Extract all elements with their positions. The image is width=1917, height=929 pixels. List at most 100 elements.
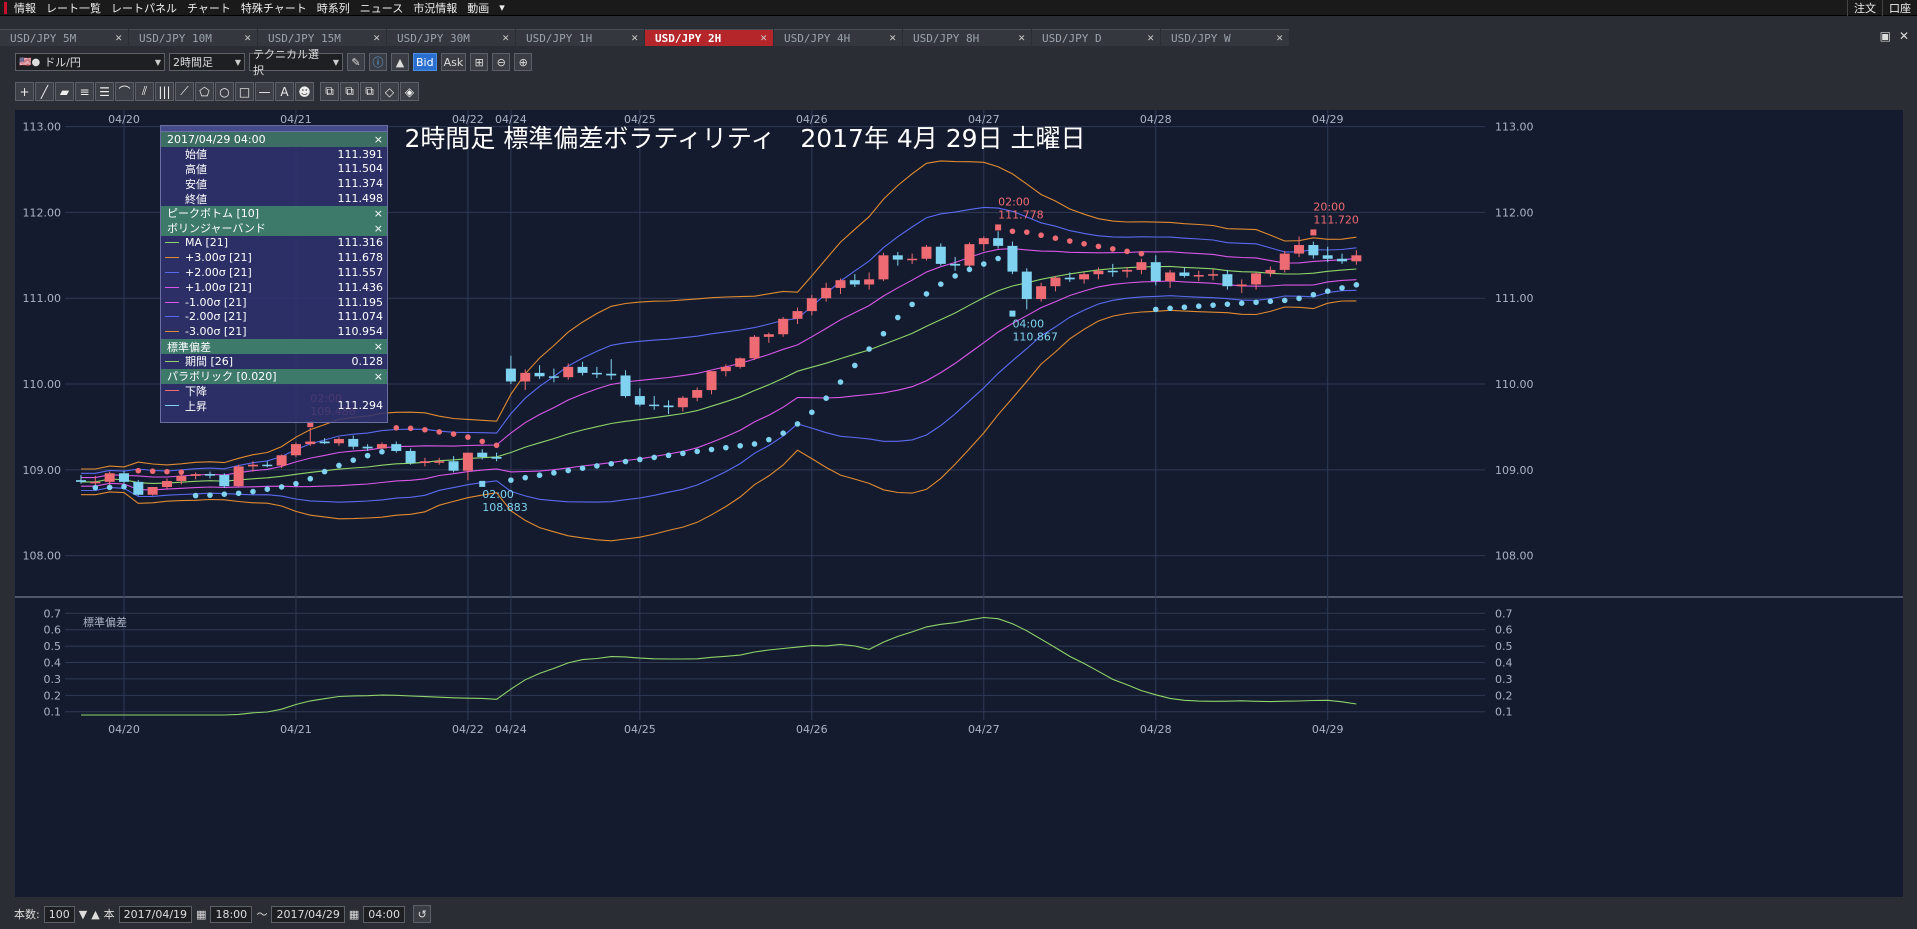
menu-market-info[interactable]: 市況情報 [408, 0, 462, 16]
menu-special-chart[interactable]: 特殊チャート [236, 0, 312, 16]
close-icon[interactable]: × [374, 370, 383, 383]
fan-icon[interactable]: ⌒ [115, 82, 134, 101]
parabolic-sar-dot [995, 255, 1001, 262]
vertical-lines-icon[interactable]: ||| [155, 82, 174, 101]
pitchfork-icon[interactable]: ⫽ [135, 82, 154, 101]
horizontal-line-icon[interactable]: — [255, 82, 274, 101]
zoom-out-icon[interactable]: ⊖ [492, 53, 511, 71]
tab-usd-jpy-d[interactable]: USD/JPY D ✕ [1032, 29, 1160, 46]
menu-more-icon[interactable]: ▾ [494, 1, 510, 14]
candle [778, 317, 789, 337]
timeframe-select[interactable]: 2時間足 ▼ [169, 53, 245, 71]
order-button[interactable]: 注文 [1847, 0, 1882, 16]
candle-body [1236, 284, 1247, 287]
scale-icon[interactable]: ⊞ [470, 53, 489, 71]
icon-tool-icon[interactable]: ☻ [295, 82, 314, 101]
tab-usd-jpy-8h[interactable]: USD/JPY 8H ✕ [903, 29, 1031, 46]
tab-close-icon[interactable]: ✕ [889, 31, 896, 44]
tab-usd-jpy-4h[interactable]: USD/JPY 4H ✕ [774, 29, 902, 46]
stddev-header-label: 標準偏差 [167, 340, 211, 354]
pair-select[interactable]: 🇺🇸● ドル/円 ▼ [15, 53, 165, 71]
tab-usd-jpy-30m[interactable]: USD/JPY 30M ✕ [387, 29, 515, 46]
indicator-panel[interactable]: 2017/04/29 04:00 × 始値 111.391 高値 111.504 安値 111… [160, 125, 388, 423]
menu-info[interactable]: 情報 [9, 0, 41, 16]
tab-close-icon[interactable]: ✕ [373, 31, 380, 44]
close-icon[interactable]: × [374, 207, 383, 220]
tab-usd-jpy-w[interactable]: USD/JPY W ✕ [1161, 29, 1289, 46]
account-button[interactable]: 口座 [1882, 0, 1917, 16]
tab-close-icon[interactable]: ✕ [1276, 31, 1283, 44]
candle-body [204, 474, 215, 476]
from-time-field[interactable]: 18:00 [210, 905, 253, 923]
stddev-line [81, 616, 1357, 716]
tab-close-icon[interactable]: ✕ [1018, 31, 1025, 44]
date-label-bottom: 04/25 [624, 723, 656, 736]
stepper-down-icon[interactable]: ▼ [79, 908, 87, 921]
restore-icon[interactable]: ▣ [1880, 29, 1891, 43]
tab-close-icon[interactable]: ✕ [502, 31, 509, 44]
bid-button[interactable]: Bid [413, 53, 437, 71]
area-chart-icon[interactable]: ▲ [391, 53, 409, 71]
parabolic-sar-dot [551, 470, 557, 476]
parallel-lines-icon[interactable]: ≡ [75, 82, 94, 101]
pen-icon[interactable]: ✎ [347, 53, 365, 71]
close-icon[interactable]: × [374, 222, 383, 235]
ask-button[interactable]: Ask [440, 53, 467, 71]
count-field[interactable]: 100 [43, 905, 75, 923]
tab-close-icon[interactable]: ✕ [631, 31, 638, 44]
to-date-field[interactable]: 2017/04/29 [271, 905, 345, 923]
eraser-icon[interactable]: ◇ [380, 82, 399, 101]
menu-rate-list[interactable]: レート一覧 [41, 0, 106, 16]
tab-usd-jpy-10m[interactable]: USD/JPY 10M ✕ [129, 29, 257, 46]
text-tool-icon[interactable]: A [275, 82, 294, 101]
calendar-icon[interactable]: ▦ [196, 908, 206, 921]
bollinger-row: +2.00σ [21] 111.557 [161, 265, 387, 280]
zoom-in-icon[interactable]: ⊕ [514, 53, 533, 71]
info-icon[interactable]: ⓘ [369, 53, 387, 71]
calendar-icon[interactable]: ▦ [349, 908, 359, 921]
y-tick-label-left: 112.00 [23, 206, 62, 219]
tab-usd-jpy-1h[interactable]: USD/JPY 1H ✕ [516, 29, 644, 46]
tab-close-icon[interactable]: ✕ [1147, 31, 1154, 44]
candle [663, 400, 674, 415]
reload-icon[interactable]: ↺ [413, 905, 432, 923]
menu-timeseries[interactable]: 時系列 [312, 0, 355, 16]
technical-select[interactable]: テクニカル選択 ▼ [249, 48, 343, 77]
menu-video[interactable]: 動画 [462, 0, 494, 16]
parabolic-sar-dot [1023, 229, 1030, 235]
rectangle-icon[interactable]: □ [235, 82, 254, 101]
crosshair-icon[interactable]: + [15, 82, 34, 101]
close-icon[interactable]: × [374, 133, 383, 146]
menu-chart[interactable]: チャート [182, 0, 236, 16]
erase-all-icon[interactable]: ◈ [400, 82, 419, 101]
copy-icon[interactable]: ⧉ [320, 82, 339, 101]
pentagon-icon[interactable]: ⬠ [195, 82, 214, 101]
candle [1036, 282, 1047, 302]
chart-title: 2時間足 標準偏差ボラティリティ 2017年 4月 29日 土曜日 [404, 124, 1085, 153]
parabolic-sar-dot [966, 266, 973, 273]
circle-icon[interactable]: ○ [215, 82, 234, 101]
tab-usd-jpy-2h[interactable]: USD/JPY 2H ✕ [645, 29, 773, 46]
candle-body [391, 444, 402, 451]
duplicate-icon[interactable]: ⧉ [360, 82, 379, 101]
multi-lines-icon[interactable]: ☰ [95, 82, 114, 101]
menu-news[interactable]: ニュース [355, 0, 408, 16]
fibonacci-icon[interactable]: ⟋ [175, 82, 194, 101]
to-time-field[interactable]: 04:00 [363, 905, 406, 923]
tab-close-icon[interactable]: ✕ [760, 31, 767, 44]
menu-rate-panel[interactable]: レートパネル [106, 0, 182, 16]
stepper-up-icon[interactable]: ▲ [91, 908, 99, 921]
trendline-icon[interactable]: ╱ [35, 82, 54, 101]
ruler-icon[interactable]: ▰ [55, 82, 74, 101]
from-date-field[interactable]: 2017/04/19 [118, 905, 193, 923]
candle [835, 278, 846, 294]
candle-body [190, 474, 201, 476]
close-icon[interactable]: ✕ [1899, 29, 1909, 43]
candle [1136, 258, 1147, 275]
tab-usd-jpy-5m[interactable]: USD/JPY 5M ✕ [0, 29, 128, 46]
tab-close-icon[interactable]: ✕ [244, 31, 251, 44]
tab-close-icon[interactable]: ✕ [115, 31, 122, 44]
close-icon[interactable]: × [374, 340, 383, 353]
tab-usd-jpy-15m[interactable]: USD/JPY 15M ✕ [258, 29, 386, 46]
paste-icon[interactable]: ⧉ [340, 82, 359, 101]
